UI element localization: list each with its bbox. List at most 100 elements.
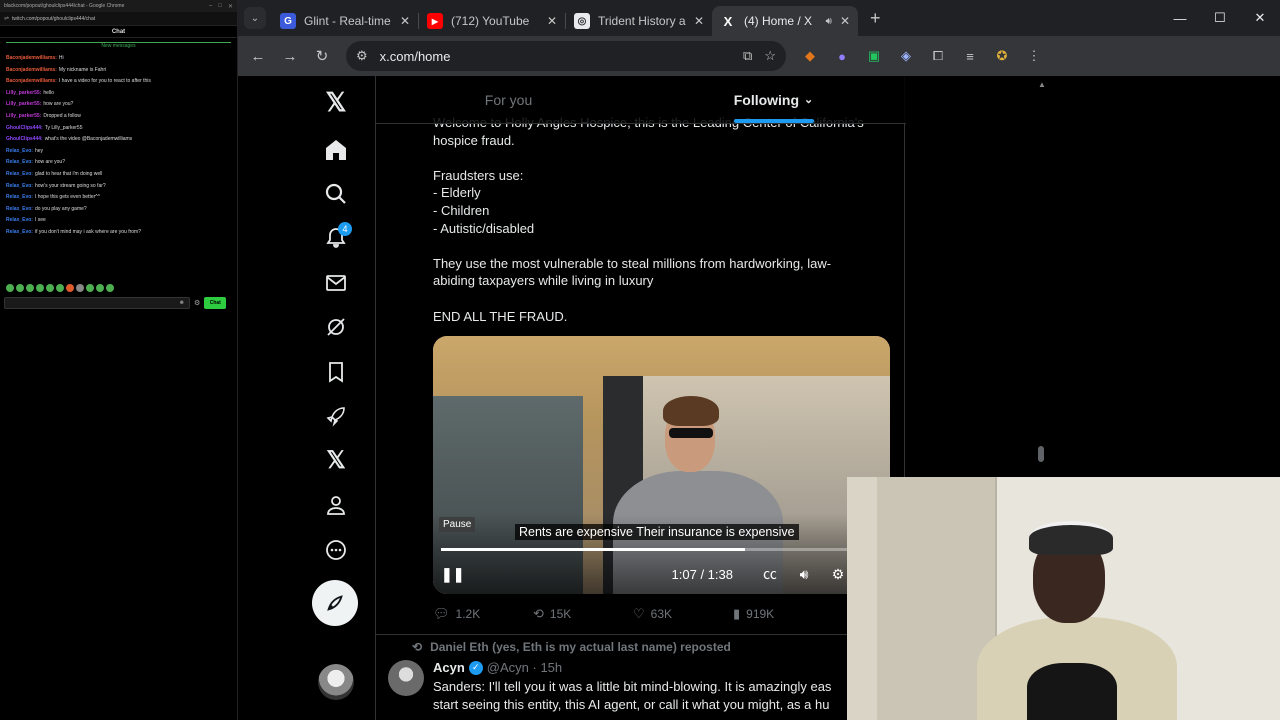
tab-following[interactable]: Following ⌄ — [641, 76, 906, 123]
emote-icon[interactable] — [26, 284, 34, 292]
chat-window-title: blackcom/popout/ghoulclips444/chat - Goo… — [4, 3, 125, 9]
close-tab-icon[interactable]: ✕ — [547, 14, 557, 28]
repost-button[interactable]: ⟲ 15K — [533, 604, 633, 624]
tweet-video-player[interactable]: Pause Rents are expensive Their insuranc… — [433, 336, 890, 594]
pause-icon[interactable]: ❚❚ — [441, 566, 464, 583]
browser-tab-x-home[interactable]: X (4) Home / X 🔊︎ ✕ — [712, 6, 858, 36]
chat-username[interactable]: Baconjademwilliams: — [6, 67, 57, 73]
browser-tab-youtube[interactable]: ▶ (712) YouTube ✕ — [419, 6, 565, 36]
grok-icon[interactable] — [308, 307, 364, 347]
close-tab-icon[interactable]: ✕ — [694, 14, 704, 28]
chat-close-icon[interactable]: ✕ — [228, 3, 233, 10]
chat-username[interactable]: GhoulClips444: — [6, 136, 43, 142]
views-button[interactable]: ▮ 919K — [733, 604, 833, 624]
emote-icon[interactable] — [86, 284, 94, 292]
messages-mail-icon[interactable] — [308, 263, 364, 303]
browser-menu-icon[interactable]: ⋮ — [1020, 42, 1048, 70]
views-count: 919K — [746, 607, 775, 621]
back-icon[interactable]: ← — [244, 42, 272, 70]
author-name[interactable]: Acyn — [433, 660, 465, 675]
ghost-extension-icon[interactable]: ● — [828, 42, 856, 70]
close-tab-icon[interactable]: ✕ — [400, 14, 410, 28]
chat-input[interactable]: ☻ — [4, 297, 190, 309]
compose-post-button[interactable] — [312, 580, 358, 626]
chat-username[interactable]: Lilly_parker55: — [6, 113, 41, 119]
volume-icon[interactable]: 🔊︎ — [795, 566, 813, 583]
chat-username[interactable]: Relax_Evo: — [6, 148, 33, 154]
chat-username[interactable]: Relax_Evo: — [6, 183, 33, 189]
close-window-icon[interactable]: ✕ — [1240, 0, 1280, 36]
address-bar[interactable]: ⚙ x.com/home ⧉ ☆ — [346, 41, 786, 71]
reload-icon[interactable]: ↻ — [308, 42, 336, 70]
home-icon[interactable] — [308, 130, 364, 170]
emote-picker-icon[interactable]: ☻ — [179, 300, 185, 306]
new-tab-icon[interactable]: + — [870, 8, 881, 29]
video-progress-bar[interactable] — [441, 548, 881, 551]
extensions-puzzle-icon[interactable]: ⧠ — [924, 42, 952, 70]
chat-username[interactable]: Relax_Evo: — [6, 206, 33, 212]
search-icon[interactable] — [308, 174, 364, 214]
chevron-down-icon[interactable]: ⌄ — [804, 93, 813, 106]
captions-icon[interactable]: ㏄ — [761, 564, 779, 584]
author-avatar[interactable] — [388, 660, 424, 696]
chat-username[interactable]: Relax_Evo: — [6, 171, 33, 177]
forward-icon[interactable]: → — [276, 42, 304, 70]
emote-icon[interactable] — [46, 284, 54, 292]
chat-username[interactable]: Lilly_parker55: — [6, 101, 41, 107]
emote-icon[interactable] — [66, 284, 74, 292]
shield-extension-icon[interactable]: ◈ — [892, 42, 920, 70]
repost-banner[interactable]: ⟲ Daniel Eth (yes, Eth is my actual last… — [412, 640, 731, 654]
tab-for-you[interactable]: For you — [376, 76, 641, 123]
bookmarks-icon[interactable] — [308, 352, 364, 392]
browser-tab-trident[interactable]: ◎ Trident History an ✕ — [566, 6, 712, 36]
tab-search-icon[interactable]: ⌄ — [244, 7, 266, 29]
chat-username[interactable]: Relax_Evo: — [6, 159, 33, 165]
chat-settings-icon[interactable]: ⚙ — [194, 299, 200, 307]
chat-maximize-icon[interactable]: □ — [218, 3, 222, 10]
emote-icon[interactable] — [6, 284, 14, 292]
more-options-icon[interactable] — [308, 530, 364, 570]
metamask-fox-icon[interactable]: ◆ — [796, 42, 824, 70]
emote-icon[interactable] — [106, 284, 114, 292]
chat-emote-row[interactable] — [6, 284, 114, 292]
chat-username[interactable]: Relax_Evo: — [6, 194, 33, 200]
x-logo-icon[interactable]: 𝕏 — [308, 82, 364, 122]
author-handle-time[interactable]: @Acyn · 15h — [487, 660, 562, 675]
profile-person-icon[interactable] — [308, 485, 364, 525]
chat-send-button[interactable]: Chat — [204, 297, 227, 309]
rocket-icon[interactable] — [308, 396, 364, 436]
speaker-icon[interactable]: 🔊︎ — [826, 16, 832, 27]
green-extension-icon[interactable]: ▣ — [860, 42, 888, 70]
emote-icon[interactable] — [56, 284, 64, 292]
premium-x-icon[interactable]: 𝕏 — [308, 440, 364, 480]
close-tab-icon[interactable]: ✕ — [840, 14, 850, 28]
emote-icon[interactable] — [36, 284, 44, 292]
chat-username[interactable]: Lilly_parker55: — [6, 90, 41, 96]
minimize-icon[interactable]: — — [1160, 0, 1200, 36]
maximize-icon[interactable]: ☐ — [1200, 0, 1240, 36]
install-app-icon[interactable]: ⧉ — [743, 48, 752, 64]
browser-tab-glint[interactable]: G Glint - Real-time ✕ — [272, 6, 418, 36]
profile-avatar-icon[interactable]: ✪ — [988, 42, 1016, 70]
emote-icon[interactable] — [76, 284, 84, 292]
scroll-thumb[interactable] — [1038, 446, 1044, 462]
notifications-bell-icon[interactable]: 4 — [308, 218, 364, 258]
reply-button[interactable]: 💬︎ 1.2K — [433, 604, 533, 624]
site-info-icon[interactable]: ⇌ — [4, 15, 9, 22]
scroll-up-arrow-icon[interactable]: ▲ — [1038, 80, 1046, 89]
account-avatar[interactable] — [318, 664, 354, 700]
settings-gear-icon[interactable]: ⚙ — [829, 566, 847, 583]
chat-username[interactable]: Relax_Evo: — [6, 217, 33, 223]
chat-minimize-icon[interactable]: – — [209, 3, 212, 10]
chat-username[interactable]: Relax_Evo: — [6, 229, 33, 235]
bookmark-star-icon[interactable]: ☆ — [764, 48, 776, 64]
chat-username[interactable]: GhoulClips444: — [6, 125, 43, 131]
emote-icon[interactable] — [96, 284, 104, 292]
chat-username[interactable]: Baconjademwilliams: — [6, 78, 57, 84]
media-controls-icon[interactable]: ≡ — [956, 42, 984, 70]
like-button[interactable]: ♡ 63K — [633, 604, 733, 624]
chat-url-bar[interactable]: ⇌ twitch.com/popout/ghoulclips444/chat — [0, 12, 237, 26]
chat-username[interactable]: Baconjademwilliams: — [6, 55, 57, 61]
site-settings-icon[interactable]: ⚙ — [356, 48, 368, 64]
emote-icon[interactable] — [16, 284, 24, 292]
